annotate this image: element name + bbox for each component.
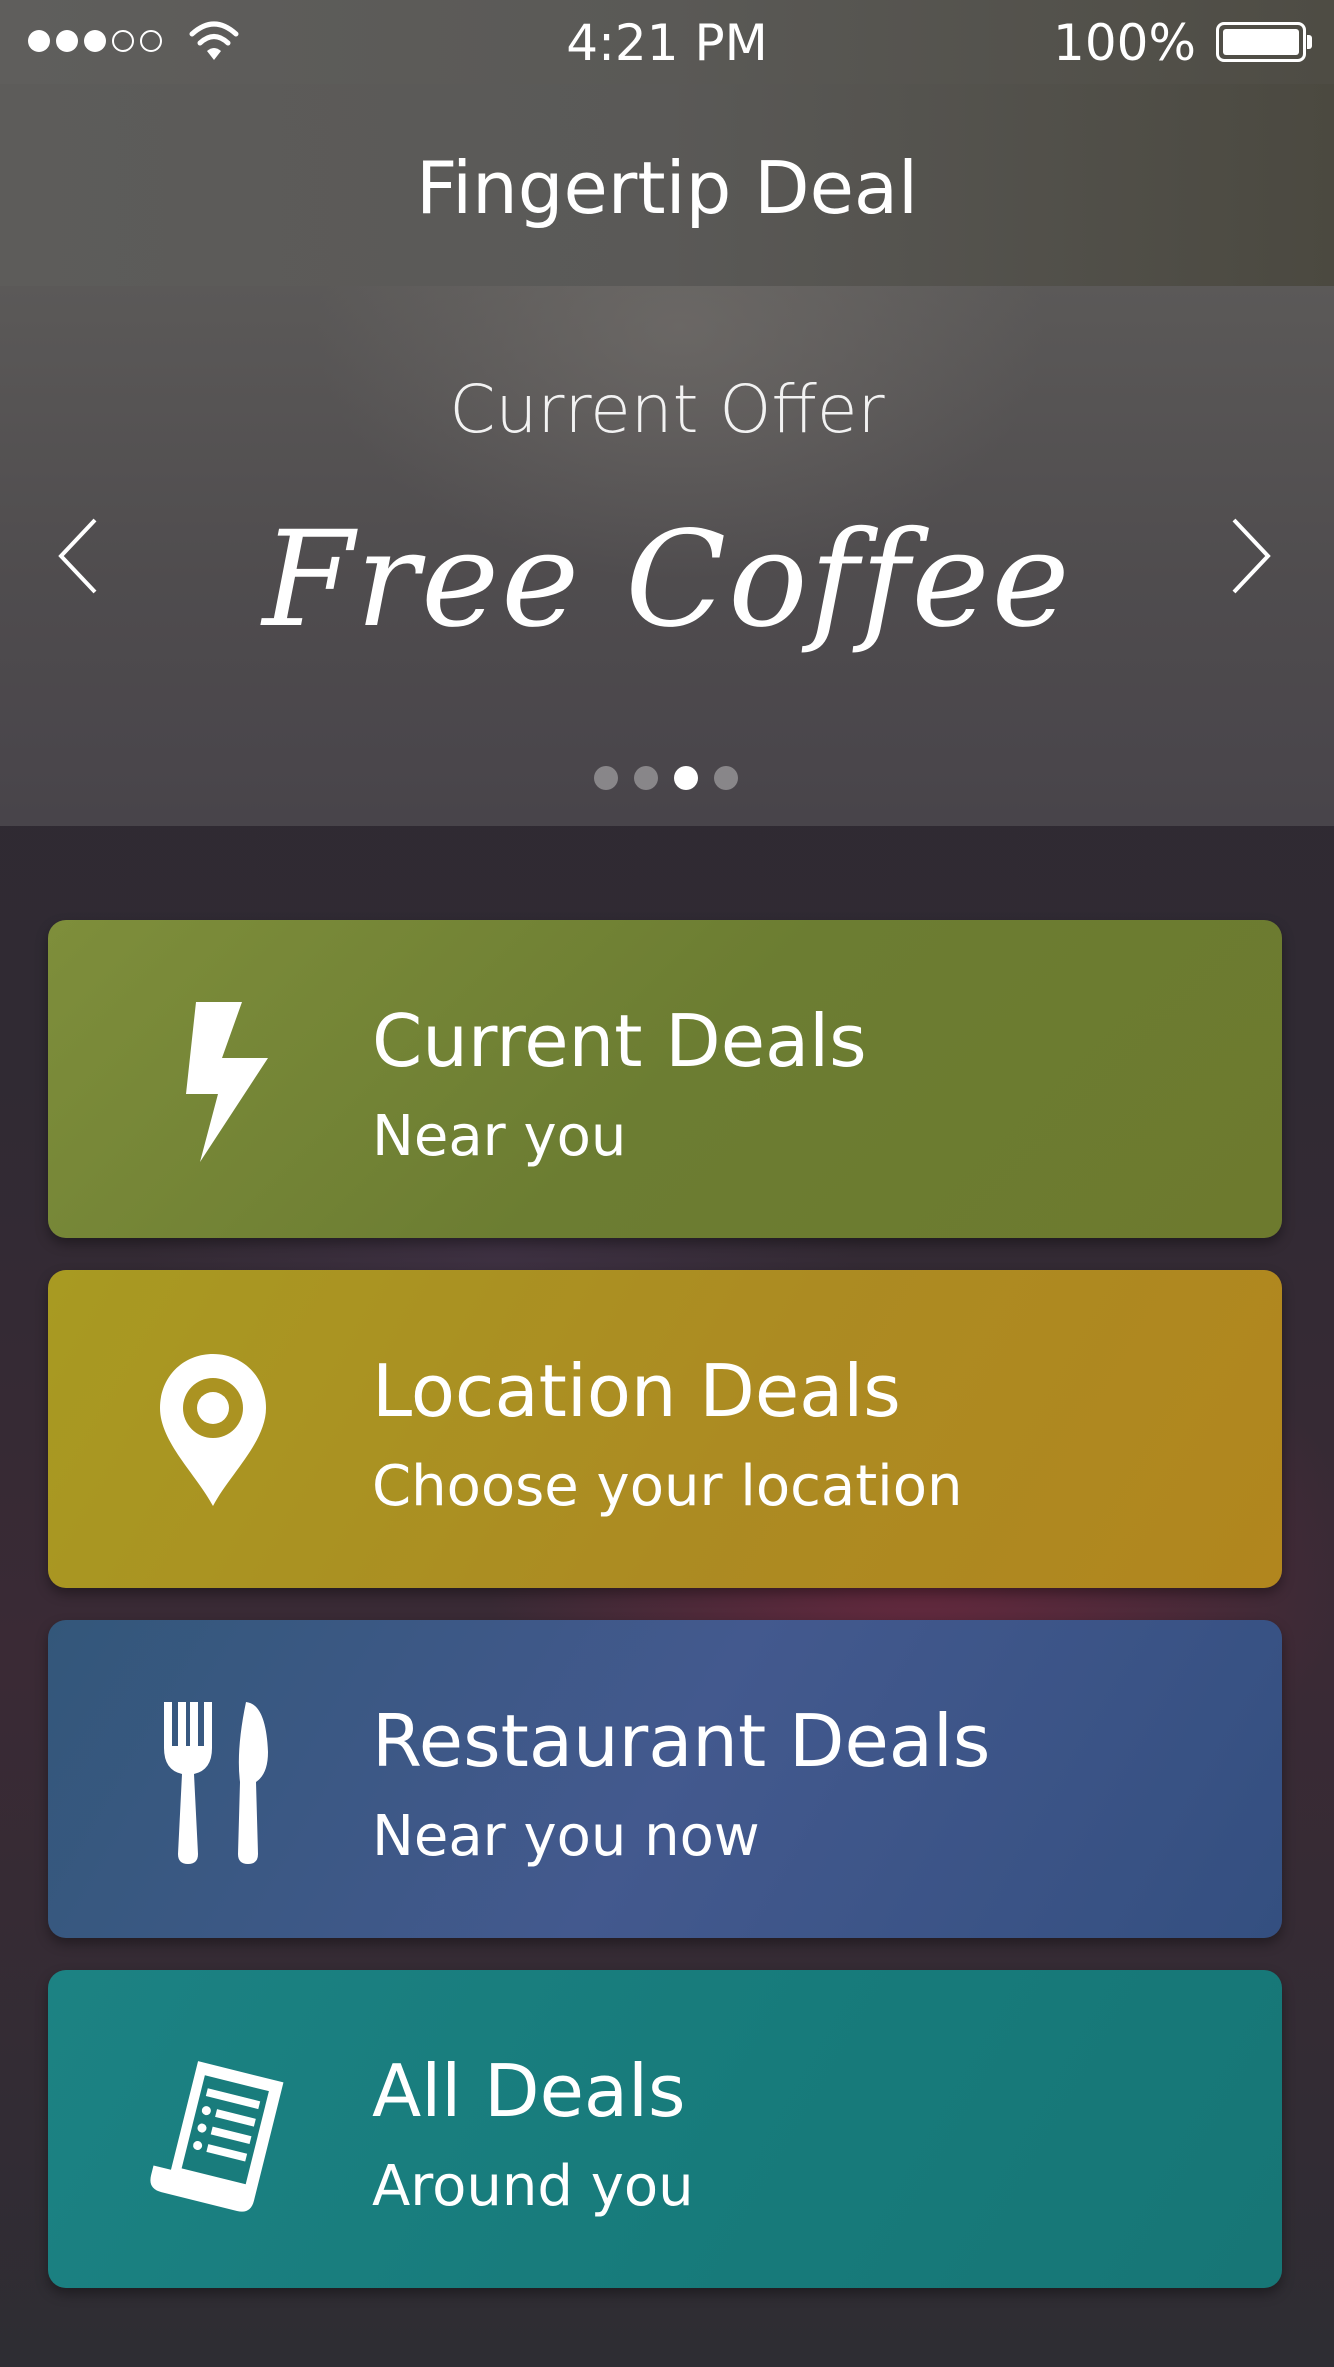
card-subtitle: Near you <box>372 1104 627 1169</box>
card-title: Restaurant Deals <box>372 1699 991 1783</box>
location-deals-card[interactable]: Location Deals Choose your location <box>48 1270 1282 1588</box>
card-subtitle: Choose your location <box>372 1454 963 1519</box>
page-dot-active[interactable] <box>674 766 698 790</box>
app-title: Fingertip Deal <box>415 146 919 230</box>
all-deals-card[interactable]: All Deals Around you <box>48 1970 1282 2288</box>
battery-percentage: 100% <box>1053 14 1196 72</box>
previous-offer-arrow-icon[interactable] <box>55 516 103 596</box>
restaurant-deals-card[interactable]: Restaurant Deals Near you now <box>48 1620 1282 1938</box>
page-dot[interactable] <box>634 766 658 790</box>
status-bar: 4:21 PM 100% <box>0 0 1334 84</box>
card-title: Current Deals <box>372 999 867 1083</box>
receipt-list-icon <box>150 2061 284 2212</box>
carousel-page-indicator[interactable] <box>594 766 738 790</box>
battery-icon <box>1216 22 1312 62</box>
location-pin-icon <box>160 1354 266 1506</box>
lightning-icon <box>186 1002 268 1162</box>
card-subtitle: Around you <box>372 2154 694 2219</box>
card-title: All Deals <box>372 2049 686 2133</box>
current-deals-card[interactable]: Current Deals Near you <box>48 920 1282 1238</box>
offer-title: Free Coffee <box>262 503 1072 657</box>
page-dot[interactable] <box>714 766 738 790</box>
fork-knife-icon <box>164 1702 268 1864</box>
offer-label: Current Offer <box>449 371 885 448</box>
next-offer-arrow-icon[interactable] <box>1226 516 1274 596</box>
card-subtitle: Near you now <box>372 1804 760 1869</box>
page-dot[interactable] <box>594 766 618 790</box>
card-title: Location Deals <box>372 1349 901 1433</box>
